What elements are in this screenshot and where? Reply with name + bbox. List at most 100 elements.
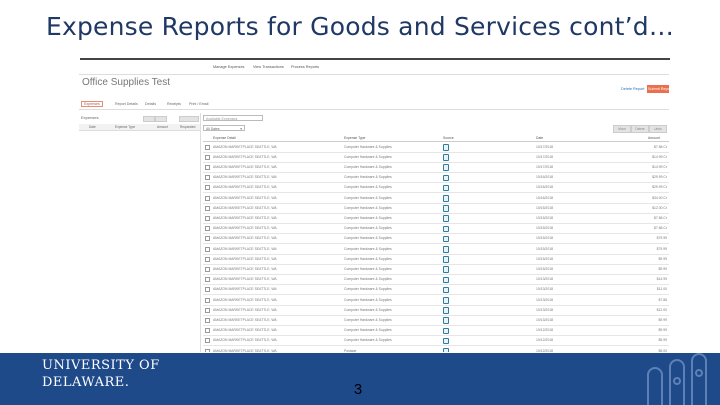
row-checkbox[interactable] xyxy=(205,154,210,160)
row-checkbox[interactable] xyxy=(205,195,210,201)
row-checkbox[interactable] xyxy=(205,175,210,181)
amount-cell: $14.99 xyxy=(656,277,667,282)
row-checkbox[interactable] xyxy=(205,338,210,344)
date-cell: 10/13/2018 xyxy=(536,317,553,322)
subtab-report-details[interactable]: Report Details xyxy=(115,102,138,106)
column-header[interactable]: Date xyxy=(89,125,96,129)
expense-detail-cell: AMAZON MARKETPLACE SEATTLE, WA xyxy=(213,195,277,200)
panel-button[interactable] xyxy=(143,116,155,122)
expense-report-screenshot: Manage Expenses View Transactions Proces… xyxy=(79,60,669,352)
receipt-icon[interactable] xyxy=(443,144,449,151)
expense-detail-cell: AMAZON MARKETPLACE SEATTLE, WA xyxy=(213,154,277,159)
tab-process-reports[interactable]: Process Reports xyxy=(291,65,319,69)
row-checkbox[interactable] xyxy=(205,297,210,303)
row-checkbox[interactable] xyxy=(205,307,210,313)
column-header[interactable]: Amount xyxy=(648,136,660,140)
expense-type-cell: Computer Hardware & Supplies xyxy=(344,164,392,169)
expense-type-cell: Computer Hardware & Supplies xyxy=(344,205,392,210)
column-header[interactable]: Source xyxy=(443,136,454,140)
receipt-icon[interactable] xyxy=(443,297,449,304)
column-header[interactable]: Requested xyxy=(180,125,195,129)
receipt-icon[interactable] xyxy=(443,348,449,352)
subtab-expenses[interactable]: Expenses xyxy=(81,101,103,107)
receipt-icon[interactable] xyxy=(443,246,449,253)
receipt-icon[interactable] xyxy=(443,205,449,212)
row-checkbox[interactable] xyxy=(205,236,210,242)
report-body: Expenses Date Expense Type Amount Reques… xyxy=(79,113,669,352)
row-checkbox[interactable] xyxy=(205,144,210,150)
receipt-icon[interactable] xyxy=(443,337,449,345)
tab-manage-expenses[interactable]: Manage Expenses xyxy=(213,65,244,69)
subtab-receipts[interactable]: Receipts xyxy=(167,102,181,106)
expense-detail-cell: AMAZON MARKETPLACE SEATTLE, WA xyxy=(213,328,277,333)
delete-report-link[interactable]: Delete Report xyxy=(621,87,644,91)
row-checkbox[interactable] xyxy=(205,246,210,252)
date-cell: 10/13/2018 xyxy=(536,287,553,292)
receipt-icon[interactable] xyxy=(443,215,449,222)
submit-report-button[interactable]: Submit Report xyxy=(647,85,669,93)
move-button[interactable]: Move xyxy=(613,125,631,133)
row-checkbox[interactable] xyxy=(205,328,210,334)
expense-detail-cell: AMAZON MARKETPLACE SEATTLE, WA xyxy=(213,144,277,149)
expense-type-cell: Computer Hardware & Supplies xyxy=(344,256,392,261)
delete-button[interactable]: Delete xyxy=(631,125,649,133)
expense-type-cell: Postage xyxy=(344,348,357,353)
receipt-icon[interactable] xyxy=(443,174,449,182)
row-checkbox[interactable] xyxy=(205,348,210,352)
subtab-details[interactable]: Details xyxy=(145,102,156,106)
subtab-print-email[interactable]: Print / Email xyxy=(189,102,208,106)
column-header[interactable]: Expense Type xyxy=(115,125,135,129)
row-checkbox[interactable] xyxy=(205,287,210,293)
date-filter-value: All Dates xyxy=(206,127,220,131)
receipt-icon[interactable] xyxy=(443,307,449,314)
date-cell: 10/17/2018 xyxy=(536,154,553,159)
date-cell: 10/15/2018 xyxy=(536,236,553,241)
column-header[interactable]: Amount xyxy=(157,125,168,129)
receipt-icon[interactable] xyxy=(443,195,449,202)
receipt-icon[interactable] xyxy=(443,286,449,294)
receipt-icon[interactable] xyxy=(443,164,449,171)
receipt-icon[interactable] xyxy=(443,154,449,161)
receipt-icon[interactable] xyxy=(443,276,449,284)
row-checkbox[interactable] xyxy=(205,215,210,221)
amount-cell: $7.86 Cr xyxy=(653,215,667,220)
row-checkbox[interactable] xyxy=(205,205,210,211)
amount-cell: $29.99 Cr xyxy=(652,185,667,190)
row-checkbox[interactable] xyxy=(205,226,210,232)
panel-button[interactable] xyxy=(155,116,167,122)
expense-detail-cell: AMAZON MARKETPLACE SEATTLE, WA xyxy=(213,307,277,312)
receipt-icon[interactable] xyxy=(443,184,449,192)
row-checkbox[interactable] xyxy=(205,256,210,262)
logo-line-1: UNIVERSITY OF xyxy=(42,358,160,373)
receipt-icon[interactable] xyxy=(443,266,449,273)
receipt-icon[interactable] xyxy=(443,327,449,335)
expense-detail-cell: AMAZON MARKETPLACE SEATTLE, WA xyxy=(213,185,277,190)
receipt-icon[interactable] xyxy=(443,235,449,243)
undo-button[interactable]: Undo xyxy=(649,125,667,133)
column-header[interactable]: Date xyxy=(536,136,543,140)
row-checkbox[interactable] xyxy=(205,266,210,272)
date-cell: 10/12/2018 xyxy=(536,348,553,353)
row-checkbox[interactable] xyxy=(205,164,210,170)
expense-type-cell: Computer Hardware & Supplies xyxy=(344,246,392,251)
amount-cell: $12.00 Cr xyxy=(652,205,667,210)
table-row[interactable]: AMAZON MARKETPLACE SEATTLE, WA Postage 10/… xyxy=(203,346,669,353)
logo-line-2: DELAWARE. xyxy=(42,375,130,390)
decorative-arches-graphic xyxy=(647,353,707,405)
receipt-icon[interactable] xyxy=(443,317,449,324)
tab-view-transactions[interactable]: View Transactions xyxy=(253,65,284,69)
date-filter-select[interactable]: All Dates ▾ xyxy=(203,125,245,131)
row-checkbox[interactable] xyxy=(205,185,210,191)
expenses-table: Expense Detail Expense Type Source Date … xyxy=(203,135,669,352)
receipt-icon[interactable] xyxy=(443,225,449,233)
column-header[interactable]: Expense Detail xyxy=(213,136,236,140)
amount-cell: $9.99 xyxy=(658,328,668,333)
date-cell: 10/12/2018 xyxy=(536,338,553,343)
column-header[interactable]: Expense Type xyxy=(344,136,365,140)
available-expenses-search[interactable]: Available Expenses xyxy=(203,115,263,121)
row-checkbox[interactable] xyxy=(205,277,210,283)
amount-cell: $14.99 Cr xyxy=(652,154,667,159)
panel-button[interactable] xyxy=(179,116,199,122)
receipt-icon[interactable] xyxy=(443,256,449,263)
row-checkbox[interactable] xyxy=(205,317,210,323)
